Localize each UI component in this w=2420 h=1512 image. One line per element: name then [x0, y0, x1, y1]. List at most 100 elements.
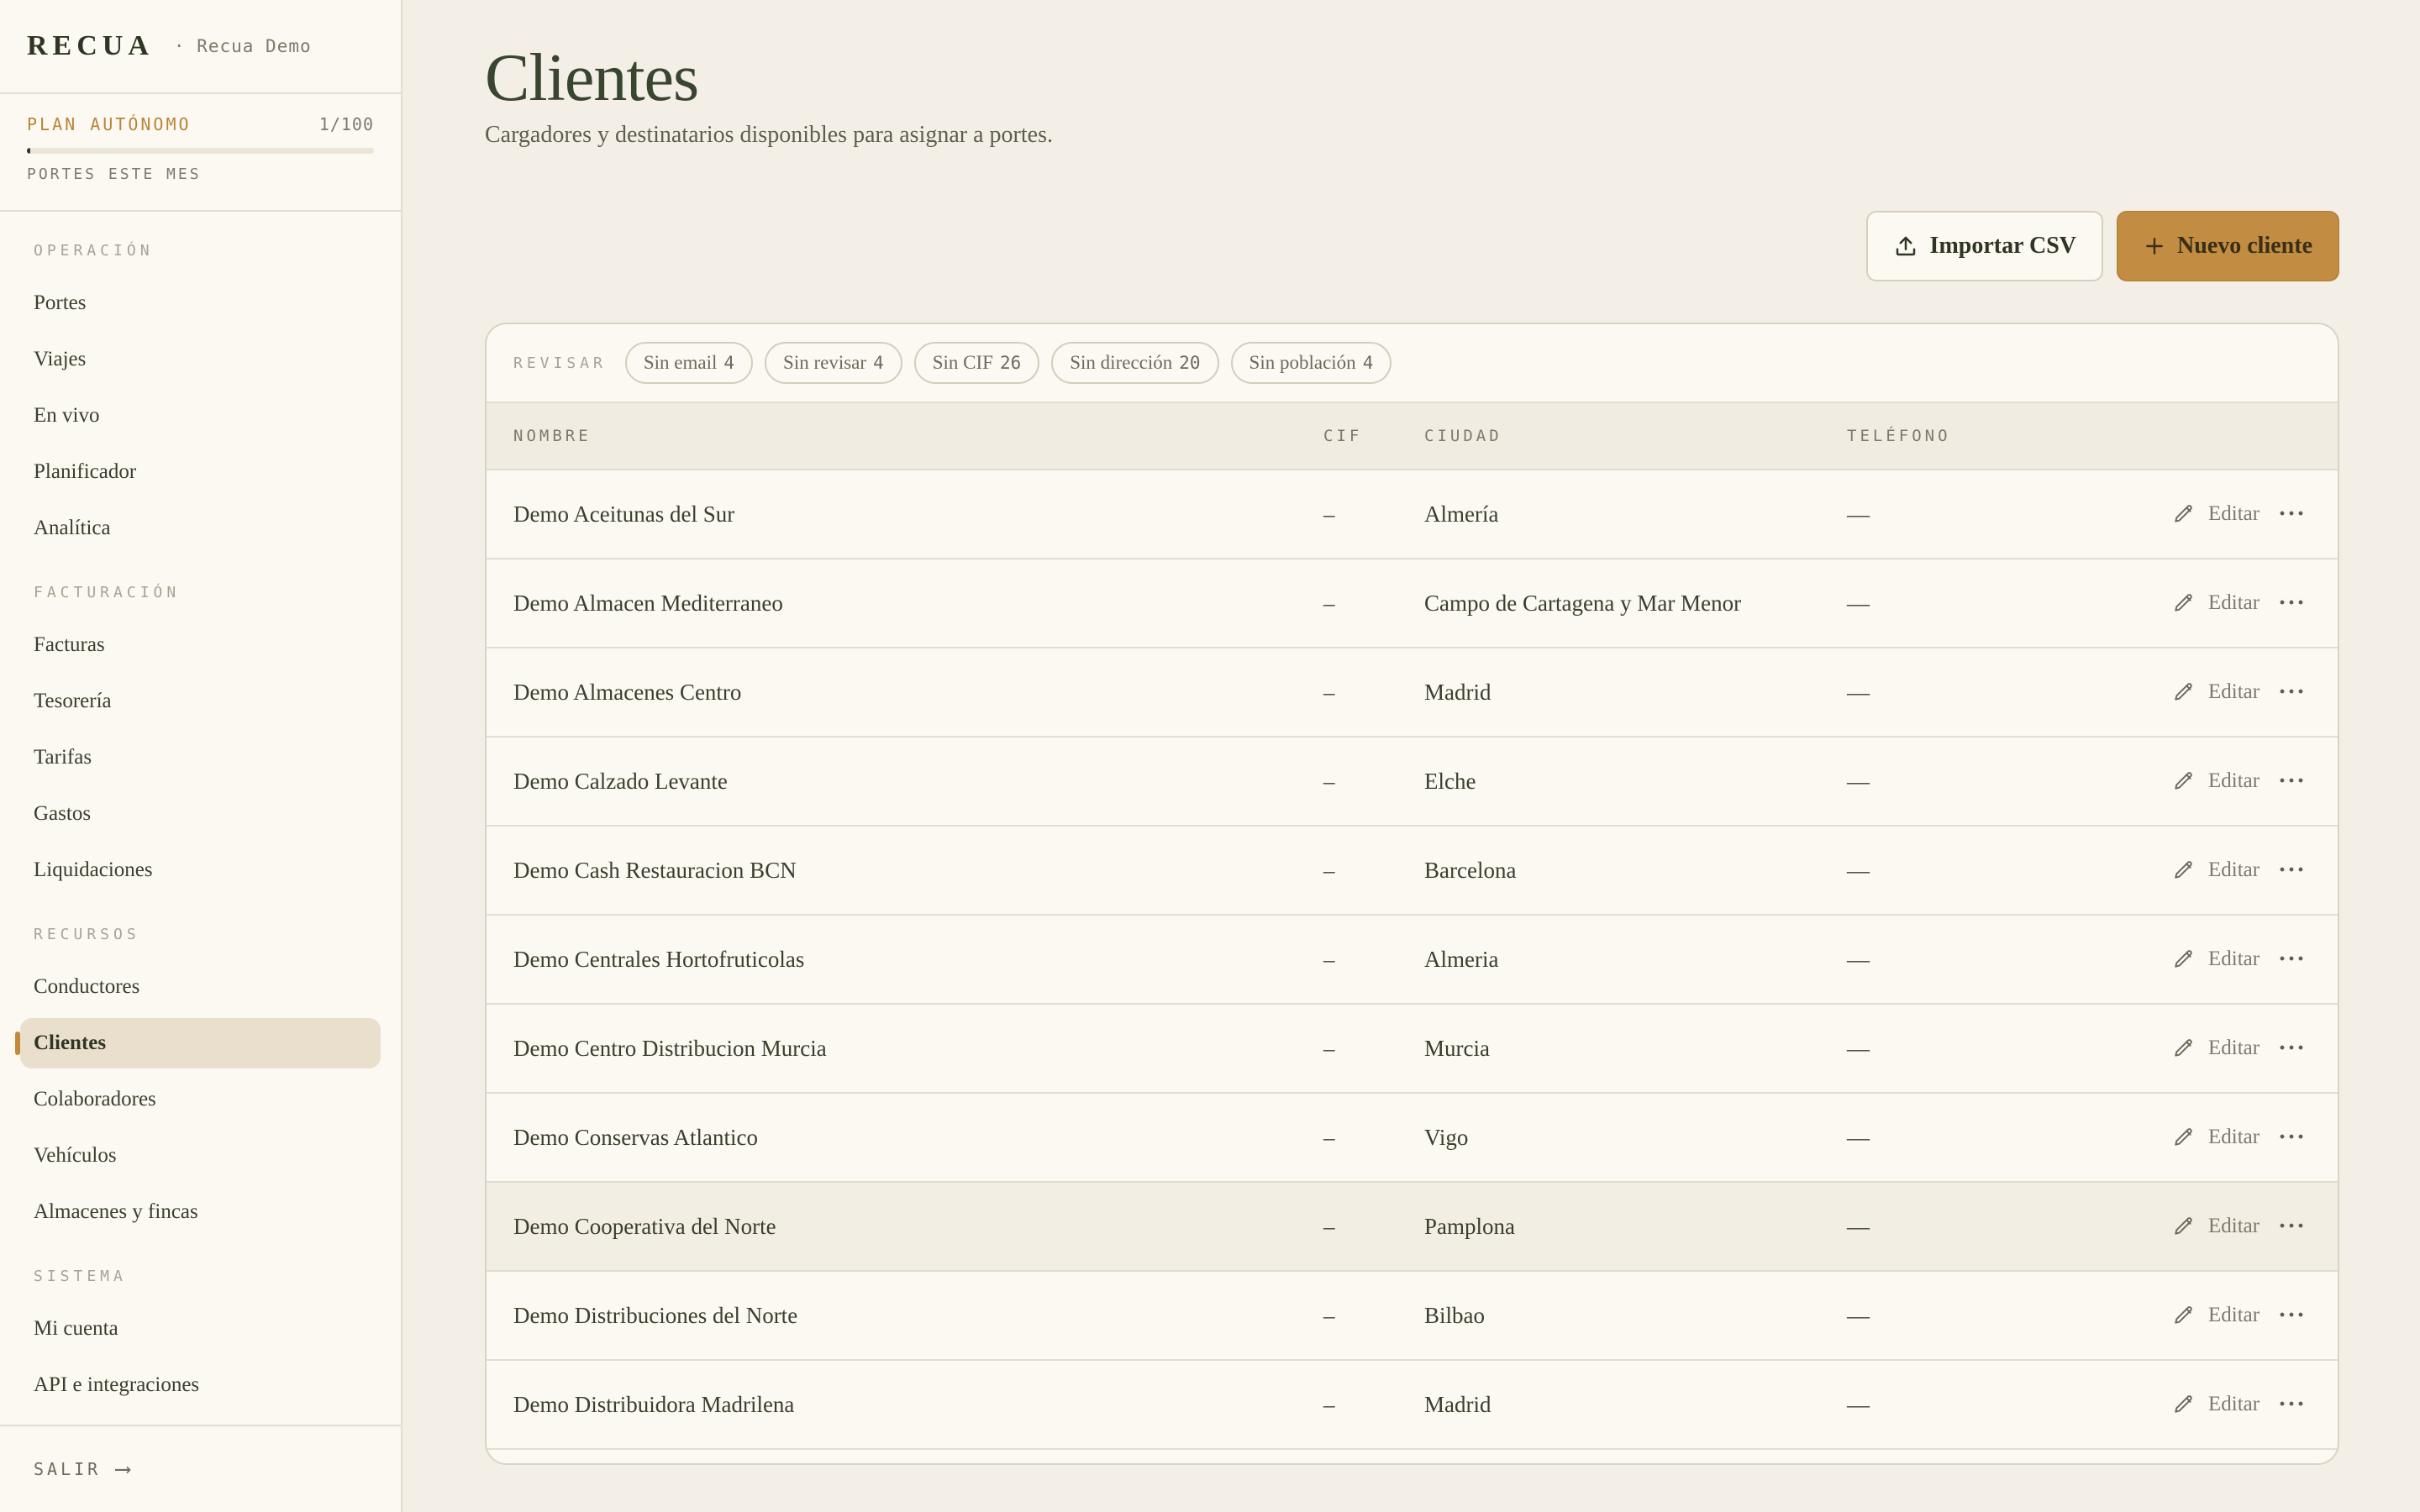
sidebar-item-en-vivo[interactable]: En vivo [20, 391, 381, 441]
sidebar-item-mi-cuenta[interactable]: Mi cuenta [20, 1304, 381, 1354]
client-cif-cell: – [1323, 1035, 1335, 1061]
edit-button[interactable]: Editar [2173, 858, 2260, 882]
table-row[interactable]: Demo Almacen Mediterraneo – Campo de Carta… [487, 559, 2338, 648]
more-options-icon[interactable]: ··· [2278, 1390, 2306, 1419]
edit-button[interactable]: Editar [2173, 502, 2260, 526]
sidebar-item-colaboradores[interactable]: Colaboradores [20, 1074, 381, 1125]
client-city-cell: Vigo [1424, 1124, 1469, 1150]
sidebar-item-conductores[interactable]: Conductores [20, 962, 381, 1012]
client-phone-cell: — [1847, 1391, 1870, 1417]
client-phone-cell: — [1847, 1213, 1870, 1239]
sidebar-item-viajes[interactable]: Viajes [20, 334, 381, 385]
pencil-icon [2173, 770, 2202, 792]
client-phone-cell: — [1847, 1302, 1870, 1328]
more-options-icon[interactable]: ··· [2278, 767, 2306, 795]
client-city-cell: Elche [1424, 768, 1476, 794]
client-phone-cell: — [1847, 1035, 1870, 1061]
filter-chip-count: 26 [999, 353, 1022, 373]
table-row[interactable]: Demo Centro Distribucion Murcia – Murcia — E… [487, 1005, 2338, 1094]
edit-button[interactable]: Editar [2173, 948, 2260, 971]
sidebar-item-gastos[interactable]: Gastos [20, 789, 381, 839]
client-city-cell: Murcia [1424, 1035, 1490, 1061]
more-options-icon[interactable]: ··· [2278, 1301, 2306, 1330]
upload-icon [1896, 236, 1915, 256]
more-options-icon[interactable]: ··· [2278, 1212, 2306, 1241]
more-options-icon[interactable]: ··· [2278, 1034, 2306, 1063]
logout-button[interactable]: SALIR ⟶ [0, 1425, 401, 1512]
edit-button[interactable]: Editar [2173, 591, 2260, 615]
edit-button[interactable]: Editar [2173, 1304, 2260, 1327]
table-row[interactable]: Demo Centrales Hortofruticolas – Almeria — E… [487, 916, 2338, 1005]
edit-button[interactable]: Editar [2173, 680, 2260, 704]
page-subtitle: Cargadores y destinatarios disponibles p… [485, 122, 1053, 148]
filter-chip[interactable]: Sin población 4 [1230, 342, 1392, 384]
sidebar-item-planificador[interactable]: Planificador [20, 447, 381, 497]
sidebar-item-clientes[interactable]: Clientes [15, 1018, 381, 1068]
filters-label: REVISAR [513, 354, 607, 372]
clients-table-card: REVISAR Sin email 4 Sin revisar 4 Sin CIF 26 S… [485, 323, 2339, 1465]
client-cif-cell: – [1323, 501, 1335, 527]
table-row[interactable]: Demo Aceitunas del Sur – Almería — Editar ··· [487, 470, 2338, 559]
more-options-icon[interactable]: ··· [2278, 945, 2306, 974]
sidebar-item-analitica[interactable]: Analítica [20, 503, 381, 554]
filter-chip[interactable]: Sin email 4 [624, 342, 754, 384]
client-city-cell: Madrid [1424, 1391, 1491, 1417]
table-row[interactable]: Demo Distribuidora Madrilena – Madrid — Edit… [487, 1361, 2338, 1450]
nav-section-heading: SISTEMA [34, 1268, 127, 1285]
more-options-icon[interactable]: ··· [2278, 500, 2306, 528]
filter-chip[interactable]: Sin CIF 26 [913, 342, 1040, 384]
table-row[interactable]: Demo Conservas Atlantico – Vigo — Editar ··· [487, 1094, 2338, 1183]
table-row[interactable]: Demo Almacenes Centro – Madrid — Editar ··· [487, 648, 2338, 738]
more-options-icon[interactable]: ··· [2278, 678, 2306, 706]
edit-label: Editar [2208, 502, 2260, 525]
client-phone-cell: — [1847, 590, 1870, 616]
table-row[interactable]: Demo Calzado Levante – Elche — Editar ··· [487, 738, 2338, 827]
client-name-cell: Demo Almacenes Centro [513, 679, 742, 705]
sidebar-item-facturas[interactable]: Facturas [20, 620, 381, 670]
filter-chip-label: Sin población [1249, 352, 1356, 373]
new-client-button[interactable]: Nuevo cliente [2117, 211, 2339, 281]
column-header-city[interactable]: CIUDAD [1424, 427, 1502, 445]
column-header-phone[interactable]: TELÉFONO [1847, 427, 1951, 445]
brand-logo[interactable]: RECUA [27, 30, 154, 62]
edit-button[interactable]: Editar [2173, 1037, 2260, 1060]
client-city-cell: Barcelona [1424, 857, 1517, 883]
table-row[interactable]: Demo Cooperativa del Norte – Pamplona — Edit… [487, 1183, 2338, 1272]
more-options-icon[interactable]: ··· [2278, 1123, 2306, 1152]
import-csv-button[interactable]: Importar CSV [1865, 211, 2104, 281]
plan-name: PLAN AUTÓNOMO [27, 114, 192, 134]
sidebar-item-api-e-integraciones[interactable]: API e integraciones [20, 1360, 381, 1410]
plan-progress-fill [27, 148, 31, 154]
pencil-icon [2173, 503, 2202, 525]
plus-icon [2146, 238, 2163, 255]
sidebar-item-tesoreria[interactable]: Tesorería [20, 676, 381, 727]
sidebar-nav: OPERACIÓN Portes Viajes En vivo Planificador… [0, 212, 401, 1425]
edit-button[interactable]: Editar [2173, 769, 2260, 793]
client-city-cell: Bilbao [1424, 1302, 1485, 1328]
filter-chip[interactable]: Sin revisar 4 [765, 342, 902, 384]
client-phone-cell: — [1847, 768, 1870, 794]
edit-button[interactable]: Editar [2173, 1215, 2260, 1238]
sidebar-item-almacenes-y-fincas[interactable]: Almacenes y fincas [20, 1187, 381, 1237]
sidebar-item-liquidaciones[interactable]: Liquidaciones [20, 845, 381, 895]
sidebar-item-vehiculos[interactable]: Vehículos [20, 1131, 381, 1181]
table-row[interactable]: Demo Cash Restauracion BCN – Barcelona — Edi… [487, 827, 2338, 916]
sidebar-item-portes[interactable]: Portes [20, 278, 381, 328]
client-name-cell: Demo Distribuidora Madrilena [513, 1391, 795, 1417]
plan-count: 1/100 [318, 114, 374, 134]
edit-label: Editar [2208, 1037, 2260, 1059]
table-row[interactable]: Demo Distribuciones del Norte – Bilbao — Edi… [487, 1272, 2338, 1361]
client-name-cell: Demo Centro Distribucion Murcia [513, 1035, 827, 1061]
sidebar-item-tarifas[interactable]: Tarifas [20, 732, 381, 783]
pencil-icon [2173, 859, 2202, 881]
client-city-cell: Campo de Cartagena y Mar Menor [1424, 590, 1742, 616]
filter-chip[interactable]: Sin dirección 20 [1051, 342, 1219, 384]
column-header-cif[interactable]: CIF [1323, 427, 1362, 445]
client-phone-cell: — [1847, 946, 1870, 972]
column-header-name[interactable]: NOMBRE [513, 427, 592, 445]
more-options-icon[interactable]: ··· [2278, 856, 2306, 885]
edit-button[interactable]: Editar [2173, 1126, 2260, 1149]
edit-button[interactable]: Editar [2173, 1393, 2260, 1416]
more-options-icon[interactable]: ··· [2278, 589, 2306, 617]
pencil-icon [2173, 1215, 2202, 1237]
